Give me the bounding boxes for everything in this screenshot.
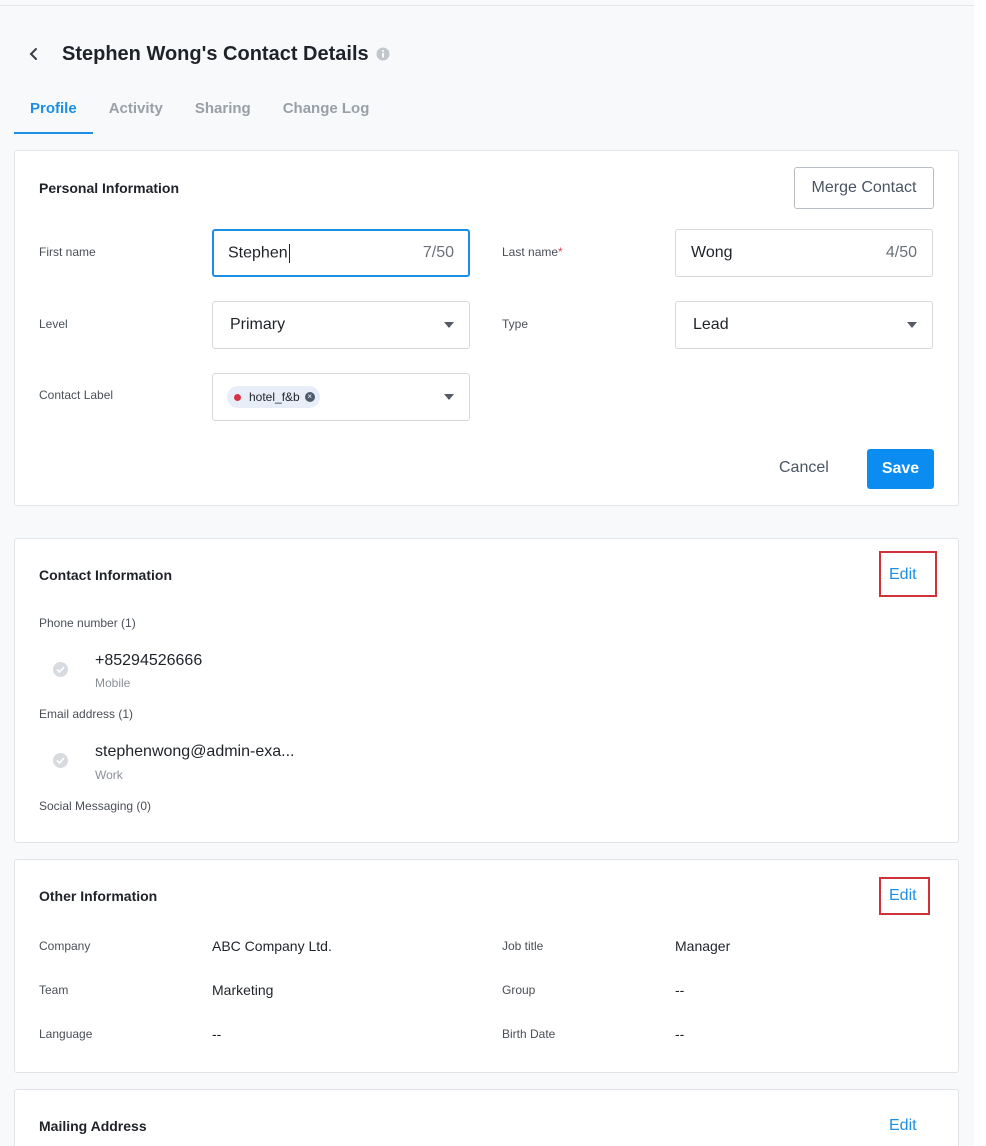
birth-date-label: Birth Date <box>502 1027 556 1041</box>
contact-label-select[interactable]: hotel_f&b × <box>212 373 470 421</box>
birth-date-value: -- <box>675 1026 685 1042</box>
social-header: Social Messaging (0) <box>39 799 152 813</box>
first-name-char-count: 7/50 <box>422 244 454 261</box>
edit-contact-button[interactable]: Edit <box>889 566 917 584</box>
caret-down-icon <box>444 394 454 400</box>
tab-change-log[interactable]: Change Log <box>267 90 386 134</box>
last-name-value: Wong <box>691 244 733 261</box>
email-header: Email address (1) <box>39 707 134 721</box>
job-title-value: Manager <box>675 938 731 954</box>
last-name-input[interactable]: Wong 4/50 <box>675 229 933 277</box>
other-information-card: Other Information Edit Company ABC Compa… <box>14 859 959 1073</box>
contact-information-card: Contact Information Edit Phone number (1… <box>14 538 959 843</box>
tab-profile[interactable]: Profile <box>14 90 93 134</box>
tab-bar: Profile Activity Sharing Change Log <box>14 90 385 134</box>
team-value: Marketing <box>212 982 274 998</box>
type-value: Lead <box>693 316 729 333</box>
first-name-value: Stephen <box>228 244 288 262</box>
top-divider <box>0 5 974 6</box>
section-title: Contact Information <box>39 567 172 583</box>
first-name-input[interactable]: Stephen 7/50 <box>212 229 470 277</box>
check-circle-icon <box>53 753 68 768</box>
level-value: Primary <box>230 316 286 333</box>
email-value: stephenwong@admin-exa... <box>95 743 295 760</box>
check-circle-icon <box>53 662 68 677</box>
edit-other-button[interactable]: Edit <box>889 887 917 905</box>
chip-remove-icon[interactable]: × <box>304 392 315 402</box>
email-type: Work <box>95 768 123 782</box>
text-cursor <box>288 243 290 263</box>
edit-mailing-button[interactable]: Edit <box>889 1117 917 1135</box>
team-label: Team <box>39 983 69 997</box>
caret-down-icon <box>444 322 454 328</box>
language-label: Language <box>39 1027 93 1041</box>
page-header: Stephen Wong's Contact Details <box>22 38 390 70</box>
section-title: Mailing Address <box>39 1118 147 1134</box>
cancel-button[interactable]: Cancel <box>779 459 829 477</box>
type-select[interactable]: Lead <box>675 301 933 349</box>
level-select[interactable]: Primary <box>212 301 470 349</box>
last-name-label: Last name* <box>502 245 563 259</box>
phone-value: +85294526666 <box>95 652 203 669</box>
job-title-label: Job title <box>502 939 544 953</box>
caret-down-icon <box>907 322 917 328</box>
last-name-char-count: 4/50 <box>885 244 917 261</box>
first-name-label: First name <box>39 245 96 259</box>
group-label: Group <box>502 983 536 997</box>
back-button[interactable] <box>22 42 46 66</box>
label-chip-text: hotel_f&b <box>249 390 300 404</box>
phone-type: Mobile <box>95 676 131 690</box>
merge-contact-button[interactable]: Merge Contact <box>794 167 934 209</box>
company-value: ABC Company Ltd. <box>212 938 332 954</box>
level-label: Level <box>39 317 68 331</box>
chevron-left-icon <box>29 48 37 60</box>
section-title: Personal Information <box>39 180 180 196</box>
tab-activity[interactable]: Activity <box>93 90 179 134</box>
type-label: Type <box>502 317 529 331</box>
tab-sharing[interactable]: Sharing <box>179 90 267 134</box>
language-value: -- <box>212 1026 222 1042</box>
contact-label-label: Contact Label <box>39 388 114 402</box>
save-button[interactable]: Save <box>867 449 934 489</box>
label-color-dot <box>234 393 241 401</box>
page: Stephen Wong's Contact Details Profile A… <box>0 0 974 1146</box>
personal-information-card: Personal Information Merge Contact First… <box>14 150 959 506</box>
mailing-address-card: Mailing Address Edit <box>14 1089 959 1146</box>
section-title: Other Information <box>39 888 158 904</box>
label-chip: hotel_f&b × <box>227 386 320 408</box>
info-icon[interactable] <box>376 47 390 61</box>
group-value: -- <box>675 982 685 998</box>
page-title: Stephen Wong's Contact Details <box>62 42 369 65</box>
company-label: Company <box>39 939 91 953</box>
phone-header: Phone number (1) <box>39 616 136 630</box>
